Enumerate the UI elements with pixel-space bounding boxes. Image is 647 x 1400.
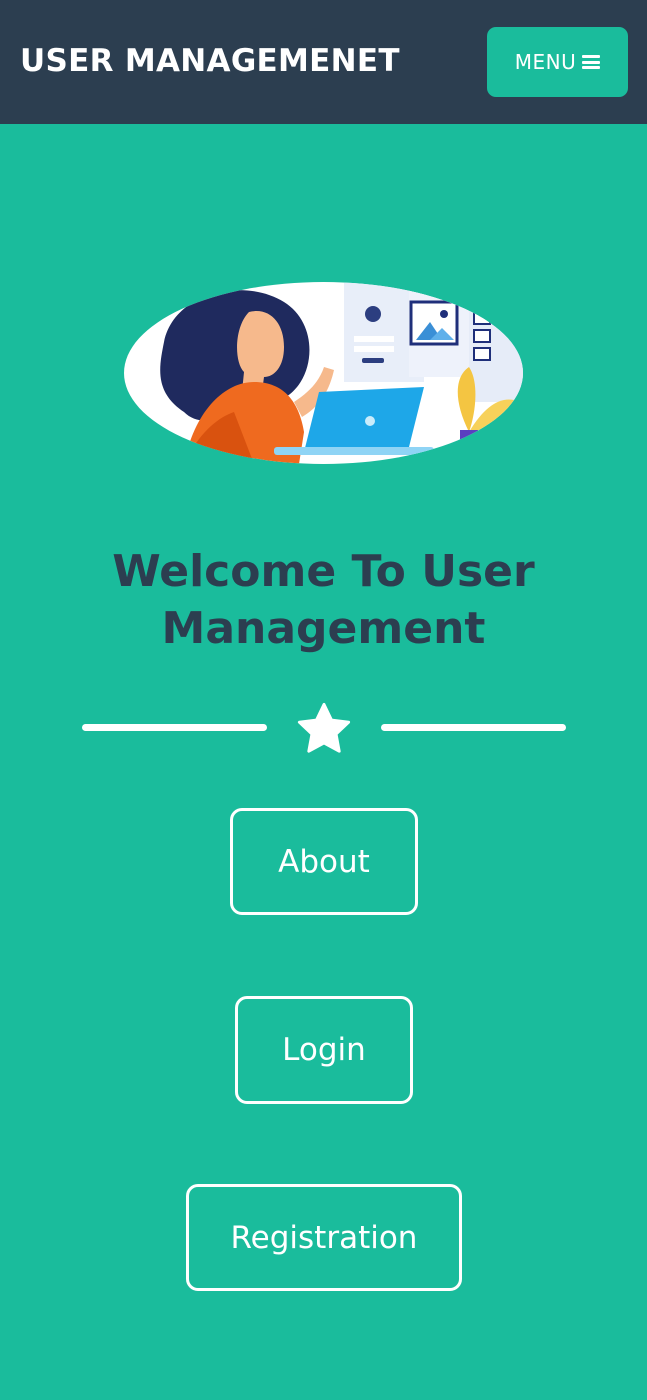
login-button[interactable]: Login <box>235 996 413 1104</box>
divider-line-right <box>381 724 566 731</box>
top-navbar: USER MANAGEMENET MENU <box>0 0 647 124</box>
hero-illustration <box>124 282 523 464</box>
registration-button[interactable]: Registration <box>186 1184 462 1291</box>
brand-title[interactable]: USER MANAGEMENET <box>20 41 400 81</box>
welcome-title: Welcome To User Management <box>112 546 535 654</box>
divider-line-left <box>82 724 267 731</box>
star-icon <box>297 702 351 753</box>
menu-button[interactable]: MENU <box>487 27 628 97</box>
bars-icon <box>582 55 601 69</box>
about-button[interactable]: About <box>230 808 418 915</box>
menu-label: MENU <box>514 50 577 74</box>
